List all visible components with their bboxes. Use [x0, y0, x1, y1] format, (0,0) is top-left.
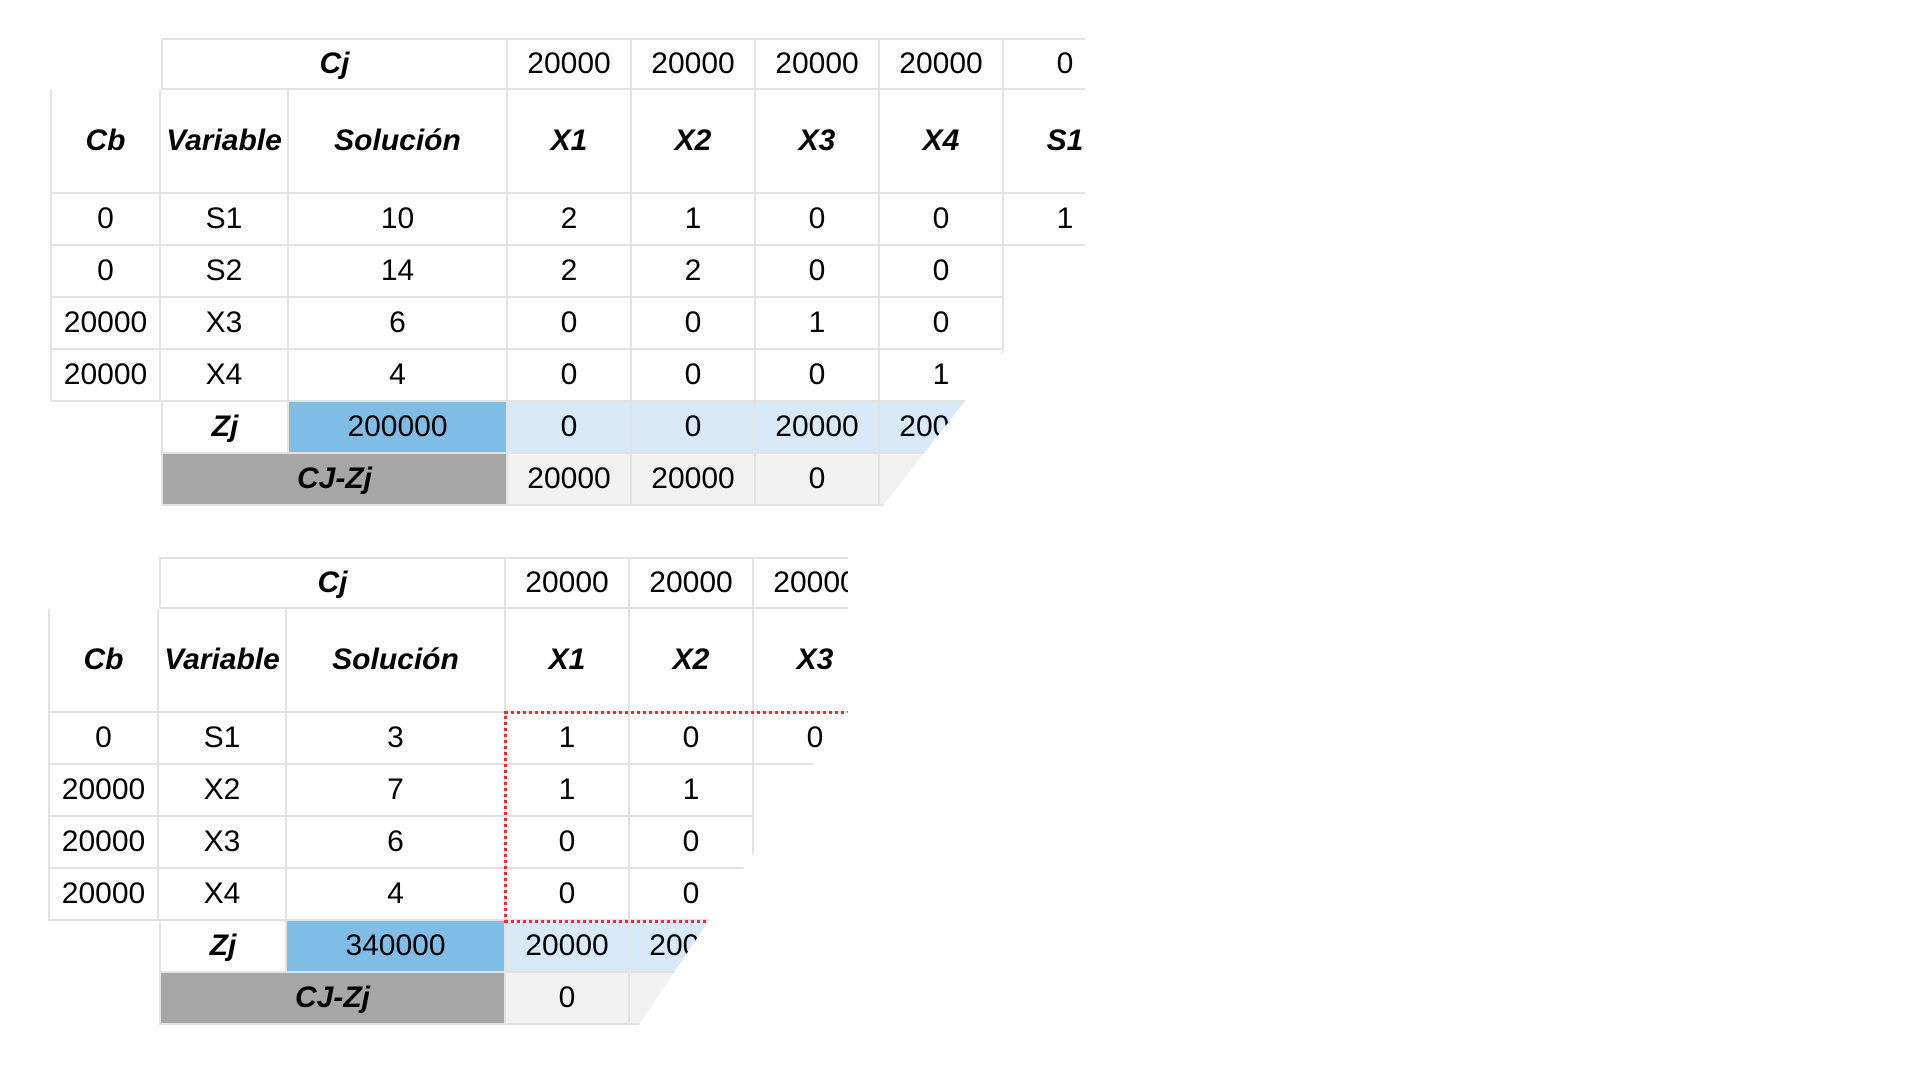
solution-cell: 6	[287, 817, 506, 869]
coef-cell: 1	[506, 713, 630, 765]
coef-cell: 2	[508, 246, 632, 298]
cj-value: 20000	[630, 557, 754, 609]
cj-value: 20000	[754, 557, 848, 609]
zj-value: 20000	[630, 921, 754, 973]
coef-cell: 0	[506, 869, 630, 921]
solution-cell: 4	[289, 350, 508, 402]
coef-cell: 0	[508, 350, 632, 402]
cjzj-value: 20000	[632, 454, 756, 506]
cb-cell: 20000	[50, 350, 161, 402]
solution-cell: 6	[289, 298, 508, 350]
coef-cell: 0	[756, 246, 880, 298]
cb-cell: 0	[48, 713, 159, 765]
coef-cell: 0	[632, 350, 756, 402]
var-header: X4	[880, 90, 1004, 194]
var-header: X1	[506, 609, 630, 713]
cj-value: 20000	[880, 38, 1004, 90]
variable-cell: S1	[159, 713, 287, 765]
coef-cell: 0	[632, 298, 756, 350]
cjzj-value: 0	[880, 454, 1004, 506]
coef-cell: 0	[756, 350, 880, 402]
zj-total: 200000	[289, 402, 508, 454]
coef-cell: 2	[632, 246, 756, 298]
variable-header: Variable	[161, 90, 289, 194]
coef-cell: 0	[756, 194, 880, 246]
cb-cell: 0	[50, 194, 161, 246]
var-header: X2	[632, 90, 756, 194]
variable-cell: X3	[159, 817, 287, 869]
variable-cell: S2	[161, 246, 289, 298]
variable-header: Variable	[159, 609, 287, 713]
cb-cell: 20000	[48, 765, 159, 817]
solution-cell: 14	[289, 246, 508, 298]
var-header: S1	[1004, 90, 1085, 194]
zj-label: Zj	[161, 402, 289, 454]
var-header: X2	[630, 609, 754, 713]
cj-value: 0	[1004, 38, 1085, 90]
cj-value: 20000	[632, 38, 756, 90]
cjzj-value: 0	[506, 973, 630, 1025]
coef-cell: 0	[754, 713, 848, 765]
zj-value: 20000	[506, 921, 630, 973]
var-header: X1	[508, 90, 632, 194]
coef-cell: 1	[632, 194, 756, 246]
coef-cell: 1	[880, 350, 1004, 402]
coef-cell: 0	[506, 817, 630, 869]
zj-value: 20000	[756, 402, 880, 454]
cb-cell: 20000	[48, 817, 159, 869]
solucion-header: Solución	[287, 609, 506, 713]
cjzj-value: 0	[756, 454, 880, 506]
cj-value: 20000	[756, 38, 880, 90]
var-header: X3	[756, 90, 880, 194]
cj-value: 20000	[508, 38, 632, 90]
cjzj-label: CJ-Zj	[161, 454, 508, 506]
zj-total: 340000	[287, 921, 506, 973]
coef-cell: 0	[630, 817, 754, 869]
coef-cell: 1	[756, 298, 880, 350]
coef-cell: 0	[630, 869, 754, 921]
solution-cell: 7	[287, 765, 506, 817]
zj-value: 0	[508, 402, 632, 454]
cj-label: Cj	[161, 38, 508, 90]
cb-cell: 20000	[48, 869, 159, 921]
variable-cell: X2	[159, 765, 287, 817]
cjzj-value: 20000	[508, 454, 632, 506]
zj-value: 0	[632, 402, 756, 454]
cjzj-value: 0	[630, 973, 754, 1025]
coef-cell: 0	[630, 713, 754, 765]
coef-cell: 1	[630, 765, 754, 817]
zj-label: Zj	[159, 921, 287, 973]
variable-cell: X4	[159, 869, 287, 921]
coef-cell: 0	[508, 298, 632, 350]
cb-header: Cb	[48, 609, 159, 713]
solucion-header: Solución	[289, 90, 508, 194]
coef-cell: 0	[880, 298, 1004, 350]
coef-cell: 0	[880, 246, 1004, 298]
cb-header: Cb	[50, 90, 161, 194]
cj-value: 20000	[506, 557, 630, 609]
coef-cell: 1	[506, 765, 630, 817]
coef-cell: 1	[1004, 194, 1085, 246]
coef-cell: 0	[880, 194, 1004, 246]
solution-cell: 3	[287, 713, 506, 765]
solution-cell: 10	[289, 194, 508, 246]
var-header: X3	[754, 609, 848, 713]
variable-cell: X4	[161, 350, 289, 402]
cjzj-label: CJ-Zj	[159, 973, 506, 1025]
variable-cell: S1	[161, 194, 289, 246]
cj-label: Cj	[159, 557, 506, 609]
zj-value: 20000	[880, 402, 1004, 454]
cb-cell: 0	[50, 246, 161, 298]
variable-cell: X3	[161, 298, 289, 350]
coef-cell: 2	[508, 194, 632, 246]
cb-cell: 20000	[50, 298, 161, 350]
solution-cell: 4	[287, 869, 506, 921]
